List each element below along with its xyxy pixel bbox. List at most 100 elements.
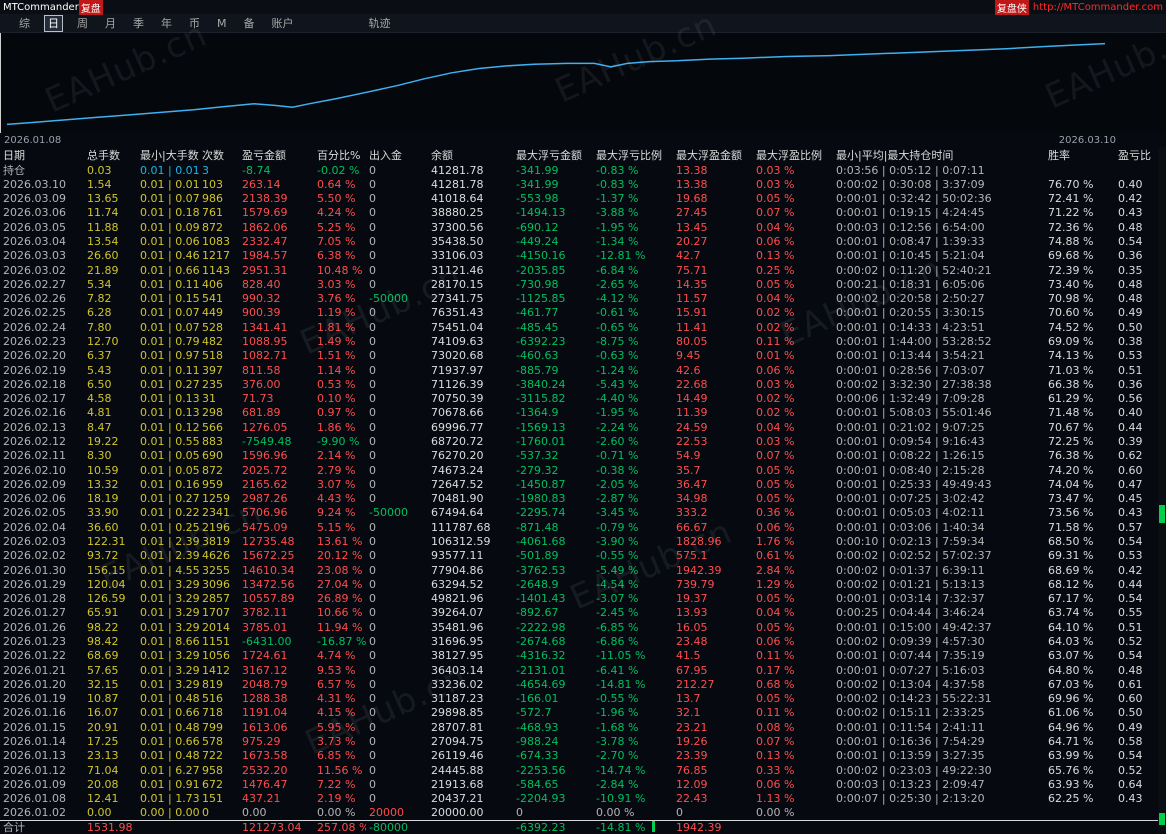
table-row[interactable]: 2026.02.19 5.43 0.01 | 0.11 397 811.58 1.14 %…: [0, 363, 1158, 377]
table-row[interactable]: 2026.02.11 8.30 0.01 | 0.05 690 1596.96 2.14 …: [0, 449, 1158, 463]
table-row[interactable]: 2026.02.06 18.19 0.01 | 0.27 1259 2987.26 4.4…: [0, 492, 1158, 506]
table-row[interactable]: 2026.01.20 32.15 0.01 | 3.29 819 2048.79 6.57…: [0, 677, 1158, 691]
scrollbar-thumb[interactable]: [1159, 505, 1165, 523]
column-header[interactable]: 总手数: [84, 149, 137, 162]
table-row[interactable]: 2026.03.04 13.54 0.01 | 0.06 1083 2332.47 7.0…: [0, 234, 1158, 248]
table-cell: 0:00:02 | 0:01:21 | 5:13:13: [836, 577, 985, 591]
table-row[interactable]: 2026.01.12 71.04 0.01 | 6.27 958 2532.20 11.5…: [0, 763, 1158, 777]
column-header[interactable]: 最大浮盈金额: [673, 149, 753, 162]
table-cell: 0.00 | 0.00: [140, 806, 199, 820]
table-cell: 1.19 %: [317, 306, 356, 320]
table-cell: -3.88 %: [596, 206, 639, 220]
table-row[interactable]: 2026.01.16 16.07 0.01 | 0.66 718 1191.04 4.15…: [0, 706, 1158, 720]
menu-item-track[interactable]: 轨迹: [366, 16, 394, 31]
table-row[interactable]: 2026.02.20 6.37 0.01 | 0.97 518 1082.71 1.51 …: [0, 349, 1158, 363]
menu-item-quarterly[interactable]: 季: [130, 16, 147, 31]
table-row[interactable]: 2026.03.02 21.89 0.01 | 0.66 1143 2951.31 10.…: [0, 263, 1158, 277]
menu-item-currency[interactable]: 币: [186, 16, 203, 31]
column-header[interactable]: 盈亏金额: [239, 149, 314, 162]
table-row[interactable]: 2026.02.10 10.59 0.01 | 0.05 872 2025.72 2.79…: [0, 463, 1158, 477]
table-row[interactable]: 2026.01.09 20.08 0.01 | 0.91 672 1476.47 7.22…: [0, 777, 1158, 791]
menu-item-m[interactable]: M: [214, 16, 230, 31]
table-cell: 66.67: [676, 520, 708, 534]
table-row[interactable]: 2026.01.08 12.41 0.01 | 1.73 151 437.21 2.19 …: [0, 791, 1158, 805]
table-row[interactable]: 2026.02.18 6.50 0.01 | 0.27 235 376.00 0.53 %…: [0, 377, 1158, 391]
table-row[interactable]: 2026.02.24 7.80 0.01 | 0.07 528 1341.41 1.81 …: [0, 320, 1158, 334]
table-cell: -6.84 %: [596, 263, 639, 277]
menu-item-summary[interactable]: 综: [16, 16, 33, 31]
table-row[interactable]: 2026.03.09 13.65 0.01 | 0.07 986 2138.39 5.50…: [0, 192, 1158, 206]
menu-item-notes[interactable]: 备: [241, 16, 258, 31]
column-header[interactable]: 出入金: [366, 149, 428, 162]
table-cell: 0:00:01 | 0:20:55 | 3:30:15: [836, 306, 985, 320]
table-row[interactable]: 2026.02.27 5.34 0.01 | 0.11 406 828.40 3.03 %…: [0, 277, 1158, 291]
column-header[interactable]: 日期: [0, 149, 84, 162]
table-row[interactable]: 2026.01.27 65.91 0.01 | 3.29 1707 3782.11 10.…: [0, 606, 1158, 620]
table-row[interactable]: 2026.01.15 20.91 0.01 | 0.48 799 1613.06 5.95…: [0, 720, 1158, 734]
table-cell: 0: [369, 663, 376, 677]
scrollbar-thumb[interactable]: [1159, 813, 1165, 825]
table-cell: 0: [369, 477, 376, 491]
table-row[interactable]: 2026.01.30 156.15 0.01 | 4.55 3255 14610.34 2…: [0, 563, 1158, 577]
table-cell: 0:00:02 | 0:02:52 | 57:02:37: [836, 549, 992, 563]
table-cell: 0.06 %: [756, 363, 795, 377]
table-row[interactable]: 2026.02.09 13.32 0.01 | 0.16 959 2165.62 3.07…: [0, 477, 1158, 491]
column-header[interactable]: 最小|平均|最大持仓时间: [833, 149, 1045, 162]
table-cell: -11.05 %: [596, 649, 646, 663]
column-header[interactable]: 最小|大手数: [137, 149, 199, 162]
horizontal-scroll-marker[interactable]: [652, 821, 655, 832]
table-row[interactable]: 2026.02.13 8.47 0.01 | 0.12 566 1276.05 1.86 …: [0, 420, 1158, 434]
table-row[interactable]: 2026.02.12 19.22 0.01 | 0.55 883 -7549.48 -9.…: [0, 434, 1158, 448]
table-cell: 0.61: [1118, 677, 1143, 691]
table-row[interactable]: 2026.02.04 36.60 0.01 | 0.25 2196 5475.09 5.1…: [0, 520, 1158, 534]
table-row[interactable]: 2026.01.22 68.69 0.01 | 3.29 1056 1724.61 4.7…: [0, 649, 1158, 663]
table-row[interactable]: 2026.01.23 98.42 0.01 | 8.66 1151 -6431.00 -1…: [0, 634, 1158, 648]
table-row[interactable]: 2026.02.23 12.70 0.01 | 0.79 482 1088.95 1.49…: [0, 334, 1158, 348]
table-row[interactable]: 2026.01.13 23.13 0.01 | 0.48 722 1673.58 6.85…: [0, 749, 1158, 763]
column-header[interactable]: 盈亏比: [1115, 149, 1158, 162]
vertical-scrollbar[interactable]: [1158, 147, 1166, 834]
table-row[interactable]: 2026.03.06 11.74 0.01 | 0.18 761 1579.69 4.24…: [0, 206, 1158, 220]
menu-item-monthly[interactable]: 月: [102, 16, 119, 31]
menu-bar: 综 日 周 月 季 年 币 M 备 账户 轨迹: [0, 14, 1166, 33]
column-header[interactable]: 百分比%: [314, 149, 366, 162]
table-row[interactable]: 2026.02.25 6.28 0.01 | 0.07 449 900.39 1.19 %…: [0, 306, 1158, 320]
menu-item-weekly[interactable]: 周: [74, 16, 91, 31]
table-row[interactable]: 持仓 0.03 0.01 | 0.01 3 -8.74 -0.02 % 0 41281.78 -…: [0, 163, 1158, 177]
table-row[interactable]: 2026.02.26 7.82 0.01 | 0.15 541 990.32 3.76 %…: [0, 292, 1158, 306]
table-row[interactable]: 2026.01.21 57.65 0.01 | 3.29 1412 3167.12 9.5…: [0, 663, 1158, 677]
table-row[interactable]: 2026.02.17 4.58 0.01 | 0.13 31 71.73 0.10 % 0 7…: [0, 392, 1158, 406]
equity-chart[interactable]: [0, 33, 1166, 133]
column-header[interactable]: 最大浮盈比例: [753, 149, 833, 162]
menu-item-daily[interactable]: 日: [44, 14, 63, 32]
table-row[interactable]: 2026.02.03 122.31 0.01 | 2.39 3819 12735.48 1…: [0, 534, 1158, 548]
table-cell: 0.01 | 0.16: [140, 477, 199, 491]
brand-url-link[interactable]: http://MTCommander.com: [1033, 2, 1163, 13]
table-cell: 0.36 %: [756, 506, 795, 520]
column-header[interactable]: 最大浮亏金额: [513, 149, 593, 162]
menu-item-yearly[interactable]: 年: [158, 16, 175, 31]
table-row[interactable]: 2026.01.02 0.00 0.00 | 0.00 0 0.00 0.00 % 2000…: [0, 806, 1158, 820]
table-cell: 2026.03.05: [3, 220, 66, 234]
table-row[interactable]: 2026.01.26 98.22 0.01 | 3.29 2014 3785.01 11.…: [0, 620, 1158, 634]
table-row[interactable]: 2026.01.29 120.04 0.01 | 3.29 3096 13472.56 2…: [0, 577, 1158, 591]
table-row[interactable]: 2026.03.03 26.60 0.01 | 0.46 1217 1984.57 6.3…: [0, 249, 1158, 263]
table-row[interactable]: 2026.03.05 11.88 0.01 | 0.09 872 1862.06 5.25…: [0, 220, 1158, 234]
table-row[interactable]: 2026.02.05 33.90 0.01 | 0.22 2341 5706.96 9.2…: [0, 506, 1158, 520]
column-header[interactable]: 余额: [428, 149, 513, 162]
table-cell: 35.7: [676, 463, 701, 477]
column-header[interactable]: 最大浮亏比例: [593, 149, 673, 162]
table-row[interactable]: 2026.02.16 4.81 0.01 | 0.13 298 681.89 0.97 %…: [0, 406, 1158, 420]
table-cell: 0: [369, 692, 376, 706]
table-row[interactable]: 2026.01.19 10.87 0.01 | 0.48 516 1288.38 4.31…: [0, 691, 1158, 705]
table-row[interactable]: 2026.02.02 93.72 0.01 | 2.39 4626 15672.25 20…: [0, 549, 1158, 563]
table-row[interactable]: 2026.03.10 1.54 0.01 | 0.01 103 263.14 0.64 %…: [0, 177, 1158, 191]
menu-item-account[interactable]: 账户: [269, 16, 297, 31]
column-header[interactable]: 胜率: [1045, 149, 1115, 162]
column-header[interactable]: 次数: [199, 149, 239, 162]
table-cell: 20.91: [87, 720, 119, 734]
table-row[interactable]: 2026.01.28 126.59 0.01 | 3.29 2857 10557.89 2…: [0, 591, 1158, 605]
table-cell: 0.53 %: [317, 377, 356, 391]
table-row[interactable]: 2026.01.14 17.25 0.01 | 0.66 578 975.29 3.73 …: [0, 734, 1158, 748]
table-cell: 2026.01.22: [3, 649, 66, 663]
